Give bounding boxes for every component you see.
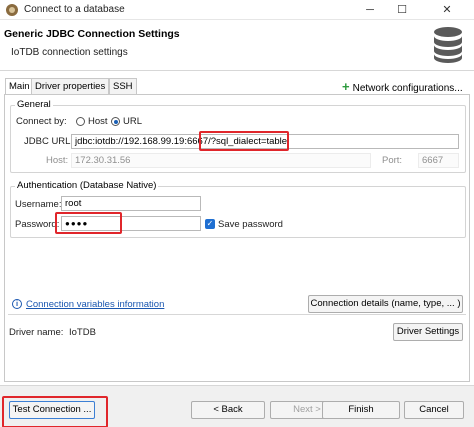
main-panel: General Connect by: Host URL JDBC URL: j… <box>4 94 470 382</box>
driver-name-label: Driver name: <box>9 327 64 338</box>
close-button[interactable]: ✕ <box>420 0 474 20</box>
authentication-group-label: Authentication (Database Native) <box>15 180 159 191</box>
network-configurations-button[interactable]: + Network configurations... <box>342 79 463 94</box>
database-icon <box>434 27 462 63</box>
connect-by-label: Connect by: <box>16 116 67 127</box>
plus-icon: + <box>342 79 350 94</box>
tab-driver-properties[interactable]: Driver properties <box>31 78 110 94</box>
maximize-button[interactable]: ☐ <box>386 0 418 20</box>
jdbc-url-label: JDBC URL: <box>24 136 74 147</box>
host-radio-label[interactable]: Host <box>88 116 108 127</box>
dialog-header: Generic JDBC Connection Settings IoTDB c… <box>0 20 474 71</box>
title-bar: Connect to a database ─ ☐ ✕ <box>0 0 474 20</box>
username-label: Username: <box>15 199 62 210</box>
general-group-label: General <box>15 99 53 110</box>
port-label: Port: <box>382 155 403 166</box>
footer-bar: Test Connection ... < Back Next > Finish… <box>0 385 474 427</box>
minimize-button[interactable]: ─ <box>354 0 386 20</box>
finish-button[interactable]: Finish <box>322 401 400 419</box>
separator <box>8 314 466 315</box>
username-field[interactable]: root <box>61 196 201 211</box>
connection-details-button[interactable]: Connection details (name, type, ... ) <box>308 295 463 313</box>
host-radio[interactable] <box>76 117 85 126</box>
window-title: Connect to a database <box>24 4 125 15</box>
cancel-button[interactable]: Cancel <box>404 401 464 419</box>
port-field: 6667 <box>418 153 459 168</box>
password-field[interactable]: ●●●● <box>61 216 201 231</box>
test-connection-button[interactable]: Test Connection ... <box>9 401 95 419</box>
driver-name-value: IoTDB <box>69 327 96 338</box>
save-password-checkbox[interactable]: ✓ <box>205 219 215 229</box>
tab-ssh[interactable]: SSH <box>109 78 137 94</box>
driver-settings-button[interactable]: Driver Settings <box>393 323 463 341</box>
password-label: Password: <box>15 219 60 230</box>
jdbc-url-field[interactable]: jdbc:iotdb://192.168.99.19:6667/?sql_dia… <box>71 134 459 149</box>
dbeaver-app-icon <box>6 4 18 16</box>
host-label: Host: <box>46 155 69 166</box>
tab-main[interactable]: Main <box>5 78 34 95</box>
info-icon: i <box>12 299 22 309</box>
connection-variables-link[interactable]: Connection variables information <box>26 299 164 310</box>
network-configurations-label: Network configurations... <box>352 83 463 94</box>
url-radio[interactable] <box>111 117 120 126</box>
header-subtitle: IoTDB connection settings <box>11 47 128 58</box>
header-title: Generic JDBC Connection Settings <box>4 28 180 40</box>
save-password-label[interactable]: Save password <box>218 219 283 230</box>
back-button[interactable]: < Back <box>191 401 265 419</box>
url-radio-label[interactable]: URL <box>123 116 142 127</box>
host-field: 172.30.31.56 <box>71 153 371 168</box>
